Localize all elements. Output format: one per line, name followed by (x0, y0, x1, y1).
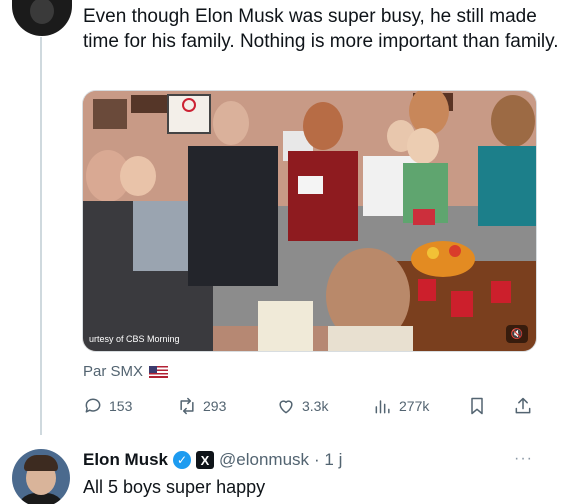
reply-author-avatar[interactable] (12, 449, 70, 504)
reply-icon (85, 398, 101, 413)
post-video[interactable]: urtesy of CBS Morning 🔇 (82, 90, 537, 352)
x-affiliate-icon: X (196, 451, 215, 469)
reply-author-name[interactable]: Elon Musk (83, 450, 168, 470)
heart-icon (279, 400, 293, 414)
media-caption: urtesy of CBS Morning (89, 334, 180, 344)
reply-button[interactable]: 153 (83, 396, 132, 416)
share-icon (515, 397, 531, 414)
author-avatar[interactable] (12, 0, 72, 36)
analytics-icon (375, 400, 390, 414)
post-text: Even though Elon Musk was super busy, he… (83, 6, 559, 52)
post-action-bar: 153 293 3.3k 277k (83, 396, 538, 418)
repost-count: 293 (203, 398, 227, 414)
like-button[interactable]: 3.3k (276, 396, 328, 416)
repost-button[interactable]: 293 (177, 396, 226, 416)
views-button[interactable]: 277k (373, 396, 429, 416)
view-count: 277k (399, 398, 430, 414)
reply-text: All 5 boys super happy (83, 477, 266, 497)
reply-header: Elon Musk ✓ X @elonmusk · 1 j (83, 450, 342, 470)
bookmark-button[interactable] (467, 396, 487, 416)
bookmark-icon (471, 397, 483, 415)
thread-view: Even though Elon Musk was super busy, he… (0, 0, 585, 504)
reply-author-handle[interactable]: @elonmusk (219, 450, 309, 470)
verified-badge-icon: ✓ (173, 451, 192, 469)
reply-count: 153 (109, 398, 133, 414)
source-label: Par SMX (83, 363, 144, 380)
repost-icon (180, 397, 194, 415)
share-button[interactable] (513, 396, 533, 416)
like-count: 3.3k (302, 398, 329, 414)
us-flag-icon (149, 365, 169, 378)
reply-timestamp[interactable]: · 1 j (314, 450, 342, 470)
video-frame-illustration (83, 91, 536, 351)
thread-connector-line (40, 37, 42, 435)
source-attribution: Par SMX (83, 363, 169, 380)
more-options-icon[interactable]: ··· (514, 450, 533, 468)
mute-icon[interactable]: 🔇 (506, 325, 528, 343)
